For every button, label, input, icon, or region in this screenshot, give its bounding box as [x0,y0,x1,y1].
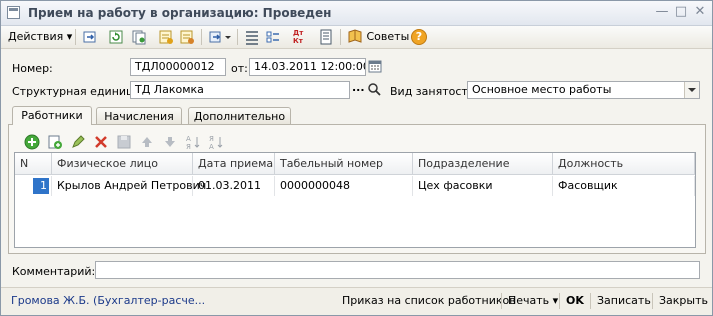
employment-type-label: Вид занятости: [390,85,479,98]
copy-document-icon[interactable] [131,29,147,45]
report-icon[interactable] [318,29,334,45]
copy-row-icon[interactable] [47,134,63,150]
comment-label: Комментарий: [12,265,96,278]
create-based-on-icon[interactable] [208,29,232,45]
window-form-icon [7,6,20,19]
save-button[interactable]: Записать [597,294,651,307]
toolbar-separator [340,29,341,45]
toolbar-separator [201,29,202,45]
add-row-icon[interactable] [24,134,40,150]
print-label: Печать [508,294,550,307]
statusbar-separator [590,293,591,309]
title-bar: Прием на работу в организацию: Проведен … [1,1,712,26]
unpost-document-icon[interactable] [179,29,195,45]
tips-book-icon [348,29,362,43]
department-cell[interactable]: Цех фасовки [413,176,553,196]
tips-label: Советы [366,30,410,43]
column-header-department[interactable]: Подразделение [413,153,553,175]
position-cell[interactable]: Фасовщик [553,176,695,196]
unit-select-button[interactable]: ... [352,81,365,94]
status-bar: Громова Ж.Б. (Бухгалтер-расче... Приказ … [1,287,712,315]
unit-label: Структурная единица: [12,85,144,98]
move-down-icon[interactable] [162,134,178,150]
person-cell[interactable]: Крылов Андрей Петрович [52,176,206,196]
svg-text:Я: Я [186,143,191,150]
column-header-n[interactable]: N [15,153,52,175]
current-user-link[interactable]: Громова Ж.Б. (Бухгалтер-расче... [11,294,205,307]
chevron-down-icon: ▾ [552,294,559,307]
unit-field[interactable]: ТД Лакомка [130,81,350,99]
statusbar-separator [501,293,502,309]
tab-employees[interactable]: Работники [12,106,92,125]
svg-text:Я: Я [209,135,214,143]
personnel-number-cell[interactable]: 0000000048 [275,176,413,196]
document-window: Прием на работу в организацию: Проведен … [0,0,713,316]
close-form-button[interactable]: Закрыть [659,294,708,307]
tab-additional[interactable]: Дополнительно [188,107,291,124]
actions-label: Действия [8,30,64,43]
statusbar-separator [652,293,653,309]
search-icon[interactable] [367,82,383,98]
window-title: Прием на работу в организацию: Проведен [28,6,332,20]
toolbar: Действия ▾ Дт Кт Советы ? [1,26,712,49]
chevron-down-icon[interactable] [684,82,699,98]
go-to-icon[interactable] [82,29,98,45]
maximize-button[interactable]: □ [673,4,689,20]
comment-field[interactable] [95,261,700,279]
sort-ascending-icon[interactable]: AЯ [185,134,201,151]
svg-text:A: A [186,135,191,143]
minimize-button[interactable]: — [654,4,670,20]
calendar-icon[interactable] [368,59,384,75]
row-number: 1 [33,178,49,194]
column-header-position[interactable]: Должность [553,153,695,175]
toolbar-separator [237,29,238,45]
move-up-icon[interactable] [139,134,155,150]
tab-accruals[interactable]: Начисления [96,107,182,124]
date-label: от: [231,62,248,75]
help-icon[interactable]: ? [411,29,427,45]
row-number-cell[interactable]: 1 [15,176,52,196]
number-field[interactable]: ТДЛ00000012 [130,58,226,76]
tips-button[interactable]: Советы [347,28,409,46]
hire-date-cell[interactable]: 01.03.2011 [193,176,275,196]
refresh-icon[interactable] [108,29,124,45]
actions-menu-button[interactable]: Действия ▾ [8,28,72,46]
edit-row-icon[interactable] [70,134,86,150]
print-menu-button[interactable]: Печать ▾ [508,294,558,307]
delete-row-icon[interactable] [93,134,109,150]
employment-type-select[interactable]: Основное место работы [467,81,700,99]
column-header-person[interactable]: Физическое лицо [52,153,193,175]
column-header-personnel-number[interactable]: Табельный номер [275,153,413,175]
dtkt-icon[interactable]: Дт Кт [293,29,313,45]
svg-text:A: A [209,143,214,150]
order-list-button[interactable]: Приказ на список работников [342,294,516,307]
post-document-icon[interactable] [158,29,174,45]
chevron-down-icon: ▾ [66,30,73,43]
employees-table[interactable]: N Физическое лицо Дата приема Табельный … [14,152,696,248]
toolbar-separator [75,29,76,45]
close-button[interactable]: ✕ [692,4,708,20]
movements-icon[interactable] [265,29,281,45]
structure-icon[interactable] [244,29,260,45]
date-field[interactable]: 14.03.2011 12:00:00 [249,58,366,76]
ok-button[interactable]: OK [566,294,584,307]
end-edit-icon[interactable] [116,134,132,150]
statusbar-separator [559,293,560,309]
column-header-hire-date[interactable]: Дата приема [193,153,275,175]
number-label: Номер: [12,62,53,75]
sort-descending-icon[interactable]: ЯA [208,134,224,151]
